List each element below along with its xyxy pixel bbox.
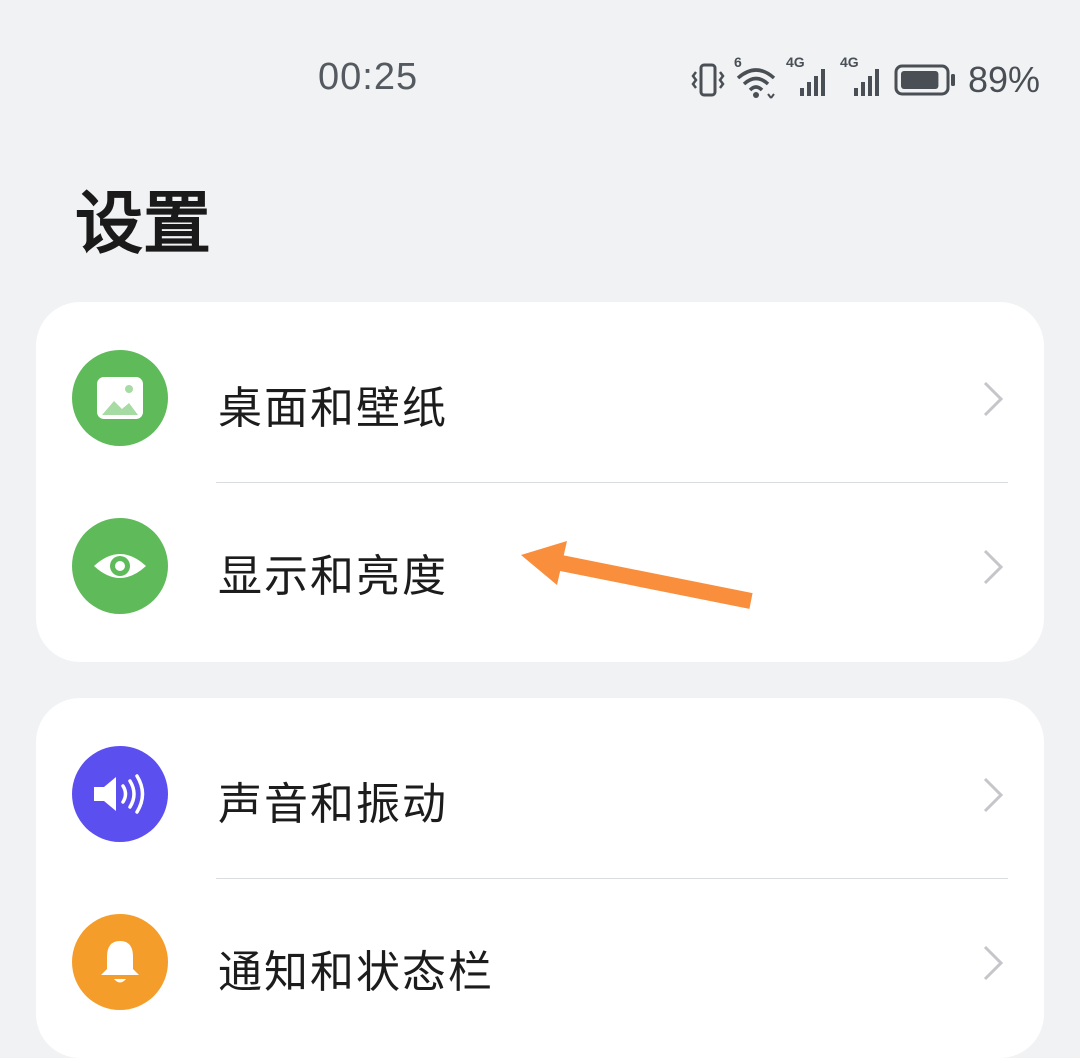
settings-item-sound-vibration[interactable]: 声音和振动 — [36, 698, 1044, 866]
status-bar: 00:25 6 4G 4G 89% — [0, 0, 1080, 150]
settings-item-label: 显示和亮度 — [218, 551, 448, 602]
settings-item-label: 桌面和壁纸 — [218, 383, 448, 434]
status-time: 00:25 — [318, 56, 419, 98]
wallpaper-icon — [72, 350, 168, 446]
chevron-right-icon — [982, 776, 1004, 818]
battery-icon — [894, 60, 956, 100]
settings-item-label: 声音和振动 — [218, 779, 448, 830]
chevron-right-icon — [982, 380, 1004, 422]
network-type-label: 4G — [785, 54, 805, 70]
page-title: 设置 — [75, 185, 212, 264]
chevron-right-icon — [982, 944, 1004, 986]
speaker-icon — [72, 746, 168, 842]
settings-item-label: 通知和状态栏 — [218, 947, 494, 998]
settings-group-sound-notifications: 声音和振动 通知和状态栏 — [36, 698, 1044, 1058]
eye-icon — [72, 518, 168, 614]
settings-item-notifications-status-bar[interactable]: 通知和状态栏 — [36, 866, 1044, 1034]
wifi-icon: 6 — [734, 54, 778, 100]
status-icons: 6 4G 4G 89% — [690, 54, 1040, 102]
signal-icon: 4G — [786, 54, 832, 100]
wifi-badge: 6 — [733, 54, 742, 70]
battery-fill — [900, 71, 939, 89]
vibrate-icon — [690, 60, 726, 100]
bell-icon — [72, 914, 168, 1010]
chevron-right-icon — [982, 548, 1004, 590]
battery-percentage: 89% — [967, 59, 1040, 100]
arrow-annotation — [521, 541, 753, 609]
settings-item-wallpaper[interactable]: 桌面和壁纸 — [36, 302, 1044, 470]
signal-icon: 4G — [840, 54, 886, 100]
network-type-label: 4G — [839, 54, 859, 70]
